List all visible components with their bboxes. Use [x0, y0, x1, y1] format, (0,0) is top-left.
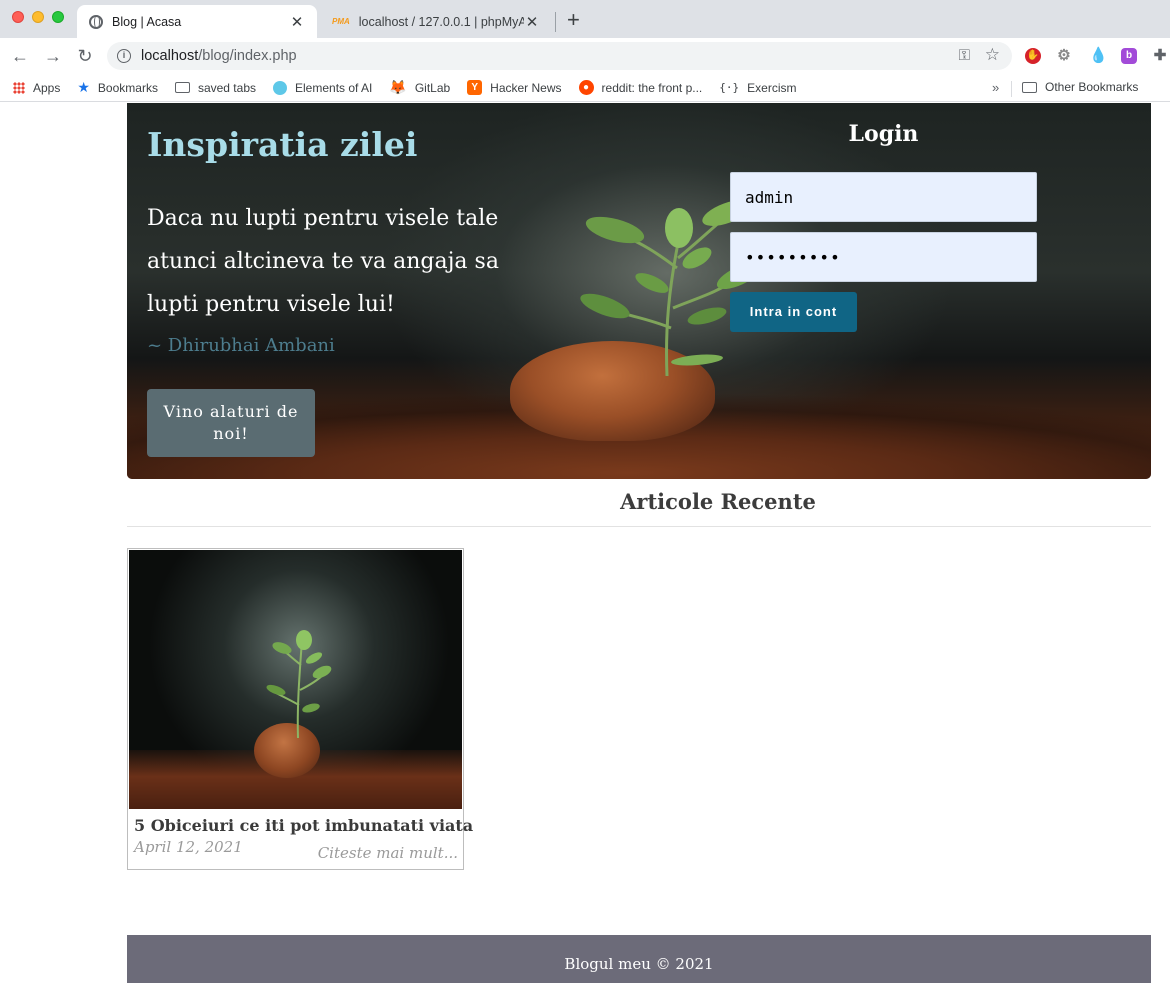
tab-phpmyadmin[interactable]: PMA localhost / 127.0.0.1 | phpMyAdmin ✕	[320, 5, 552, 38]
login-title: Login	[848, 121, 919, 147]
apps-grid-icon	[13, 81, 25, 94]
star-icon: ★	[77, 79, 90, 95]
window-close-button[interactable]	[12, 11, 24, 23]
other-bookmarks[interactable]: Other Bookmarks	[1022, 80, 1138, 94]
bookmark-label: Bookmarks	[97, 80, 158, 95]
b-extension-icon[interactable]: b	[1121, 48, 1137, 64]
bookmarks-bar: Apps ★ Bookmarks saved tabs Elements of …	[0, 74, 1170, 102]
bookmark-label: Other Bookmarks	[1045, 80, 1139, 94]
bookmark-label: Apps	[33, 80, 61, 95]
join-us-button[interactable]: Vino alaturi de noi!	[147, 389, 315, 457]
folder-icon	[1022, 81, 1037, 93]
adblock-extension-icon[interactable]: ✋	[1025, 48, 1041, 64]
drop-extension-icon[interactable]: 💧	[1089, 48, 1108, 64]
article-thumbnail-image[interactable]	[129, 550, 462, 809]
bookmark-label: saved tabs	[197, 80, 256, 95]
address-bar[interactable]: i localhost/blog/index.php ⚿ ☆	[107, 42, 1012, 70]
thumbnail-sprout	[266, 630, 332, 739]
tab-title: Blog | Acasa	[112, 14, 182, 29]
url-host: localhost	[141, 48, 199, 64]
bookmarks-divider	[1011, 81, 1012, 97]
hero-sprout-image	[580, 200, 762, 377]
reload-button[interactable]: ↻	[73, 44, 97, 68]
key-icon[interactable]: ⚿	[959, 47, 970, 64]
bookmark-reddit[interactable]: ● reddit: the front p...	[578, 80, 703, 95]
window-zoom-button[interactable]	[52, 11, 64, 23]
tab-close-icon[interactable]: ✕	[524, 13, 540, 31]
read-more-link[interactable]: Citeste mai mult...	[318, 844, 458, 862]
phpmyadmin-icon: PMA	[332, 17, 350, 26]
article-date: April 12, 2021	[134, 838, 243, 856]
username-field[interactable]: admin	[730, 172, 1037, 222]
bookmark-saved-tabs[interactable]: saved tabs	[174, 80, 256, 95]
hacker-news-icon: Y	[467, 80, 483, 95]
hero-quote: Daca nu lupti pentru visele tale atunci …	[147, 206, 499, 317]
bookmark-exercism[interactable]: {·} Exercism	[719, 81, 796, 95]
hero-banner: Inspiratia zilei Daca nu lupti pentru vi…	[127, 103, 1151, 479]
article-title[interactable]: 5 Obiceiuri ce iti pot imbunatati viata	[134, 816, 473, 835]
bookmark-label: Hacker News	[490, 80, 562, 95]
new-tab-button[interactable]: +	[567, 8, 580, 32]
elements-ai-icon	[273, 80, 287, 95]
bookmark-star-icon[interactable]: ☆	[985, 45, 1000, 65]
browser-toolbar: ← → ↻ i localhost/blog/index.php ⚿ ☆ ✋ ⚙…	[0, 38, 1170, 74]
globe-icon	[89, 14, 103, 29]
gear-extension-icon[interactable]: ⚙	[1056, 48, 1072, 64]
tab-blog-acasa[interactable]: Blog | Acasa ✕	[77, 5, 317, 38]
bookmark-gitlab[interactable]: 🦊 GitLab	[389, 79, 450, 96]
article-card[interactable]: 5 Obiceiuri ce iti pot imbunatati viata …	[127, 548, 473, 870]
tab-separator	[555, 12, 556, 32]
hero-quote-author: ~ Dhirubhai Ambani	[147, 335, 335, 356]
info-icon[interactable]: i	[117, 49, 131, 63]
bookmark-label: GitLab	[414, 80, 451, 95]
tab-title: localhost / 127.0.0.1 | phpMyAdmin	[358, 14, 524, 29]
window-minimize-button[interactable]	[32, 11, 44, 23]
bookmark-bookmarks[interactable]: ★ Bookmarks	[77, 79, 158, 96]
forward-button[interactable]: →	[41, 44, 65, 68]
bookmark-label: reddit: the front p...	[601, 80, 703, 95]
exercism-icon: {·}	[719, 81, 740, 94]
tab-close-icon[interactable]: ✕	[289, 13, 305, 31]
password-field[interactable]: •••••••••	[730, 232, 1037, 282]
bookmark-hacker-news[interactable]: Y Hacker News	[467, 80, 562, 95]
back-button[interactable]: ←	[8, 44, 32, 68]
gitlab-icon: 🦊	[389, 79, 407, 95]
section-divider	[127, 526, 1151, 527]
folder-icon	[174, 82, 190, 93]
bookmark-apps[interactable]: Apps	[13, 81, 60, 95]
reddit-icon: ●	[578, 80, 594, 95]
page-footer: Blogul meu © 2021	[127, 935, 1151, 983]
browser-tab-bar: Blog | Acasa ✕ PMA localhost / 127.0.0.1…	[0, 0, 1170, 38]
login-button[interactable]: Intra in cont	[730, 292, 857, 332]
bookmark-label: Exercism	[747, 80, 797, 95]
url-path: /blog/index.php	[198, 48, 297, 64]
hero-title: Inspiratia zilei	[147, 125, 418, 164]
recent-articles-title: Articole Recente	[620, 489, 816, 514]
puzzle-extensions-icon[interactable]: ✚	[1152, 48, 1168, 64]
bookmark-elements-of-ai[interactable]: Elements of AI	[273, 80, 373, 95]
bookmark-label: Elements of AI	[295, 80, 373, 95]
bookmarks-overflow-button[interactable]: »	[992, 80, 999, 95]
